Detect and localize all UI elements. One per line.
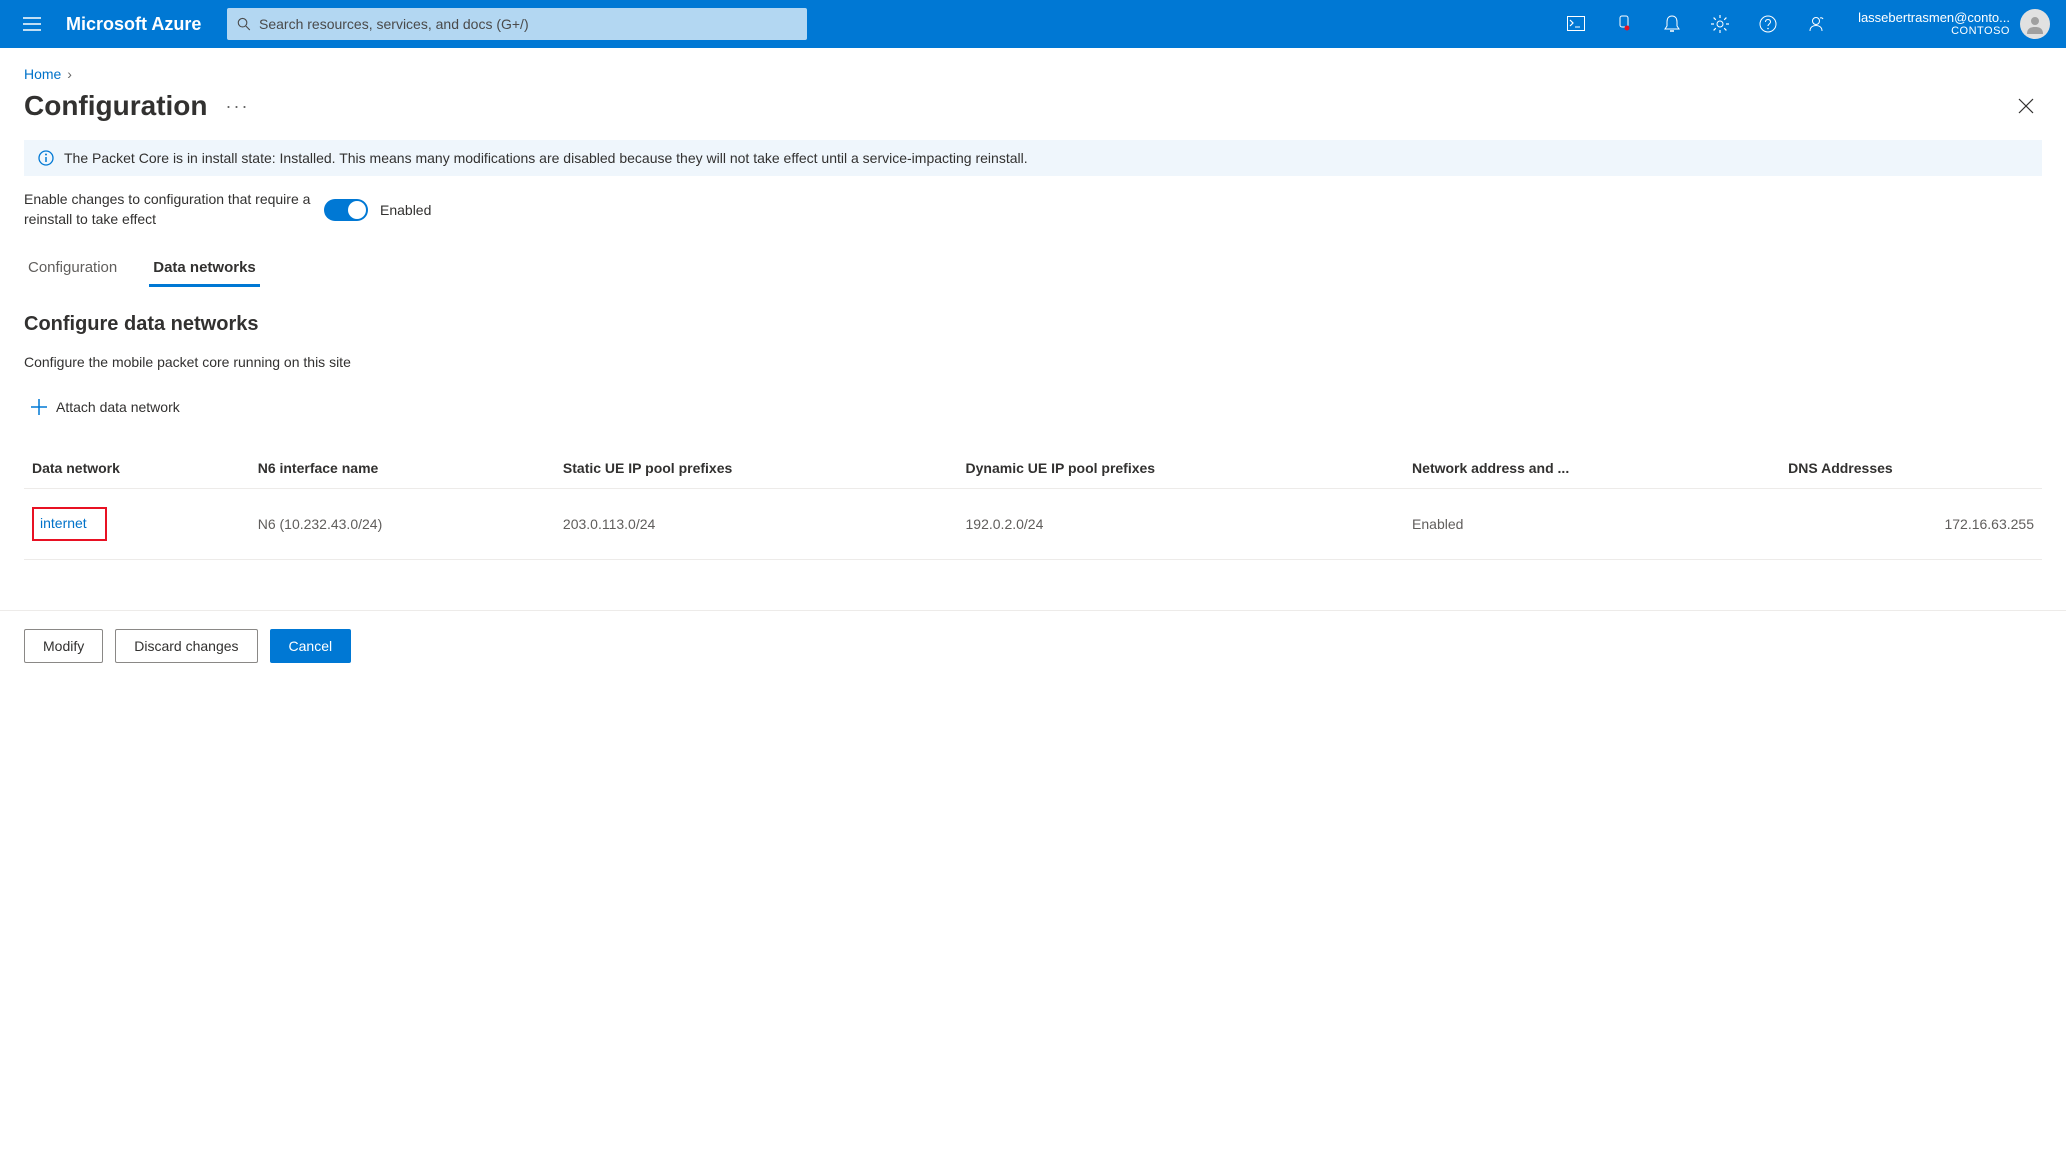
plus-icon: [30, 398, 48, 416]
tabs: Configuration Data networks: [24, 249, 2042, 287]
settings-icon[interactable]: [1696, 0, 1744, 48]
breadcrumb-home[interactable]: Home: [24, 66, 61, 82]
brand-label[interactable]: Microsoft Azure: [56, 14, 223, 35]
enable-toggle-label: Enable changes to configuration that req…: [24, 190, 324, 229]
table-row: internet N6 (10.232.43.0/24) 203.0.113.0…: [24, 489, 2042, 560]
data-network-link[interactable]: internet: [32, 507, 107, 541]
section-desc: Configure the mobile packet core running…: [24, 354, 2042, 370]
account-menu[interactable]: lassebertrasmen@conto... CONTOSO: [1840, 9, 2058, 39]
page-title: Configuration: [24, 90, 208, 122]
cell-static: 203.0.113.0/24: [555, 489, 958, 560]
search-input[interactable]: [251, 16, 797, 32]
footer-actions: Modify Discard changes Cancel: [0, 610, 2066, 681]
notifications-icon[interactable]: [1648, 0, 1696, 48]
help-icon[interactable]: [1744, 0, 1792, 48]
feedback-icon[interactable]: [1792, 0, 1840, 48]
chevron-right-icon: ›: [65, 66, 74, 82]
tab-data-networks[interactable]: Data networks: [149, 249, 260, 287]
enable-toggle-state: Enabled: [380, 202, 431, 218]
data-networks-table: Data network N6 interface name Static UE…: [24, 450, 2042, 560]
info-banner: The Packet Core is in install state: Ins…: [24, 140, 2042, 176]
info-message: The Packet Core is in install state: Ins…: [64, 150, 1028, 166]
breadcrumb: Home ›: [0, 48, 2066, 86]
col-data-network[interactable]: Data network: [24, 450, 250, 489]
col-static[interactable]: Static UE IP pool prefixes: [555, 450, 958, 489]
attach-label: Attach data network: [56, 399, 180, 415]
cell-n6: N6 (10.232.43.0/24): [250, 489, 555, 560]
cell-dynamic: 192.0.2.0/24: [958, 489, 1405, 560]
cell-nat: Enabled: [1404, 489, 1780, 560]
info-icon: [38, 150, 54, 166]
col-dns[interactable]: DNS Addresses: [1780, 450, 2042, 489]
search-icon: [237, 17, 251, 31]
enable-toggle[interactable]: [324, 199, 368, 221]
modify-button[interactable]: Modify: [24, 629, 103, 663]
avatar: [2020, 9, 2050, 39]
discard-button[interactable]: Discard changes: [115, 629, 257, 663]
cell-dns: 172.16.63.255: [1780, 489, 2042, 560]
cancel-button[interactable]: Cancel: [270, 629, 352, 663]
account-email: lassebertrasmen@conto...: [1858, 10, 2010, 26]
global-search[interactable]: [227, 8, 807, 40]
section-title: Configure data networks: [24, 313, 2042, 336]
col-dynamic[interactable]: Dynamic UE IP pool prefixes: [958, 450, 1405, 489]
tab-configuration[interactable]: Configuration: [24, 249, 121, 287]
account-tenant: CONTOSO: [1858, 25, 2010, 38]
col-nat[interactable]: Network address and ...: [1404, 450, 1780, 489]
attach-data-network-button[interactable]: Attach data network: [24, 398, 180, 416]
enable-toggle-row: Enable changes to configuration that req…: [24, 190, 2042, 229]
copilot-icon[interactable]: [1600, 0, 1648, 48]
more-actions-button[interactable]: ···: [226, 96, 250, 117]
top-bar: Microsoft Azure lassebertrasmen@conto...…: [0, 0, 2066, 48]
close-button[interactable]: [2010, 90, 2042, 122]
menu-icon[interactable]: [8, 0, 56, 48]
col-n6[interactable]: N6 interface name: [250, 450, 555, 489]
title-bar: Configuration ···: [0, 86, 2066, 140]
cloud-shell-icon[interactable]: [1552, 0, 1600, 48]
